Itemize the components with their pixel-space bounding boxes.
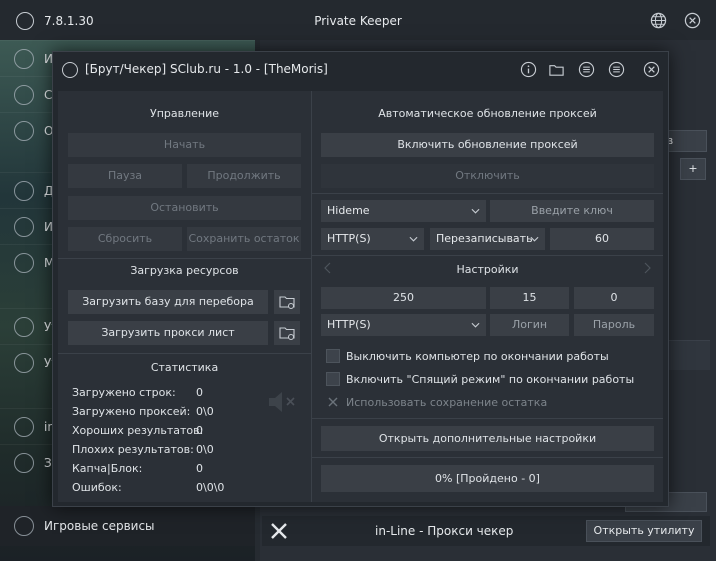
password-input[interactable]: Пароль: [574, 314, 654, 336]
shutdown-checkbox[interactable]: [326, 349, 340, 363]
chevron-down-icon: [409, 236, 418, 242]
gear-icon: [14, 516, 34, 536]
folder-settings-icon: [279, 296, 295, 309]
search-icon: [14, 317, 34, 337]
stat-value: 0: [196, 424, 203, 437]
chevron-down-icon: [471, 208, 480, 214]
list-icon[interactable]: [578, 61, 595, 78]
proxy-mode-value: Перезаписывать: [436, 232, 533, 245]
divider: [58, 353, 311, 354]
speaker-muted-icon[interactable]: [266, 389, 298, 415]
divider: [58, 258, 311, 259]
pause-button[interactable]: Пауза: [68, 164, 182, 188]
cloud-icon: [14, 253, 34, 273]
shutdown-checkbox-label: Выключить компьютер по окончании работы: [346, 350, 609, 363]
proxy-provider-select[interactable]: Hideme: [321, 200, 486, 222]
menu-icon[interactable]: [608, 61, 625, 78]
folder-settings-icon: [279, 327, 295, 340]
threads-input[interactable]: 250: [321, 287, 486, 309]
app-title: Private Keeper: [314, 14, 402, 28]
continue-button[interactable]: Продолжить: [187, 164, 301, 188]
close-icon[interactable]: [684, 12, 701, 29]
stop-button[interactable]: Остановить: [68, 196, 301, 220]
close-icon[interactable]: [643, 61, 660, 78]
settings-protocol-select[interactable]: HTTP(S): [321, 314, 486, 336]
open-utility-button[interactable]: Открыть утилиту: [586, 520, 702, 542]
gear-icon: [14, 121, 34, 141]
gear-icon: [14, 417, 34, 437]
user-icon: [14, 49, 34, 69]
divider: [312, 255, 663, 256]
divider: [312, 457, 663, 458]
control-section-title: Управление: [149, 107, 219, 120]
history-icon: [14, 353, 34, 373]
proxy-update-section-title: Автоматическое обновление проксей: [378, 107, 597, 120]
save-remainder-checkbox[interactable]: [326, 395, 340, 409]
stat-label: Загружено строк:: [72, 386, 176, 399]
stat-label: Загружено проксей:: [72, 405, 191, 418]
load-proxy-folder-button[interactable]: [274, 321, 300, 345]
dialog-title-bar[interactable]: [Брут/Чекер] SClub.ru - 1.0 - [TheMoris]: [53, 52, 668, 86]
divider: [312, 193, 663, 194]
stat-value: 0: [196, 386, 203, 399]
login-input[interactable]: Логин: [490, 314, 569, 336]
api-key-input[interactable]: Введите ключ: [490, 200, 654, 222]
sync-icon: [14, 85, 34, 105]
add-button[interactable]: +: [680, 158, 706, 180]
dialog-body: Управление Начать Пауза Продолжить Остан…: [58, 91, 663, 502]
settings-protocol-value: HTTP(S): [327, 318, 371, 331]
load-base-folder-button[interactable]: [274, 290, 300, 314]
globe-icon[interactable]: [650, 12, 667, 29]
stat-value: 0\0\0: [196, 481, 225, 494]
settings-section-title: Настройки: [456, 263, 519, 276]
cross-icon: [328, 397, 338, 407]
list-icon: [14, 181, 34, 201]
timeout-input[interactable]: 15: [490, 287, 569, 309]
load-base-button[interactable]: Загрузить базу для перебора: [68, 290, 268, 314]
checker-dialog: [Брут/Чекер] SClub.ru - 1.0 - [TheMoris]: [52, 51, 669, 507]
load-proxy-button[interactable]: Загрузить прокси лист: [68, 321, 268, 345]
proxy-protocol-select[interactable]: HTTP(S): [321, 228, 424, 250]
retries-input[interactable]: 0: [574, 287, 654, 309]
save-remainder-button[interactable]: Сохранить остаток: [187, 227, 301, 251]
progress-bar: 0% [Пройдено - 0]: [321, 465, 654, 492]
dialog-logo-icon: [62, 62, 78, 78]
dialog-title: [Брут/Чекер] SClub.ru - 1.0 - [TheMoris]: [85, 62, 328, 76]
folder-icon[interactable]: [548, 61, 565, 78]
divider: [312, 418, 663, 419]
stat-value: 0\0: [196, 405, 214, 418]
enable-proxy-update-button[interactable]: Включить обновление проксей: [321, 133, 654, 157]
title-bar: 7.8.1.30 Private Keeper: [0, 0, 716, 40]
chevron-right-icon[interactable]: [643, 262, 651, 274]
proxy-provider-value: Hideme: [327, 204, 370, 217]
update-interval-input[interactable]: 60: [550, 228, 654, 250]
sleep-checkbox[interactable]: [326, 372, 340, 386]
column-divider: [311, 91, 312, 502]
resources-section-title: Загрузка ресурсов: [130, 264, 239, 277]
window-icon: [14, 217, 34, 237]
reset-button[interactable]: Сбросить: [68, 227, 182, 251]
tools-icon: [271, 523, 287, 539]
stat-value: 0: [196, 462, 203, 475]
proxy-protocol-value: HTTP(S): [327, 232, 371, 245]
stat-value: 0\0: [196, 443, 214, 456]
stat-label: Ошибок:: [72, 481, 122, 494]
sidebar-item-label: Игровые сервисы: [44, 519, 155, 533]
stats-section-title: Статистика: [150, 361, 219, 374]
start-button[interactable]: Начать: [68, 133, 301, 157]
gear-icon: [14, 453, 34, 473]
stat-label: Плохих результатов:: [72, 443, 194, 456]
sleep-checkbox-label: Включить "Спящий режим" по окончании раб…: [346, 373, 635, 386]
chevron-down-icon: [530, 236, 539, 242]
proxy-mode-select[interactable]: Перезаписывать: [430, 228, 545, 250]
save-remainder-checkbox-label: Использовать сохранение остатка: [346, 396, 548, 409]
stat-label: Капча|Блок:: [72, 462, 143, 475]
chevron-down-icon: [471, 322, 480, 328]
info-icon[interactable]: [520, 61, 537, 78]
stat-label: Хороших результатов:: [72, 424, 204, 437]
tool-label: in-Line - Прокси чекер: [375, 524, 514, 538]
disable-proxy-update-button[interactable]: Отключить: [321, 164, 654, 188]
advanced-settings-button[interactable]: Открыть дополнительные настройки: [321, 426, 654, 451]
